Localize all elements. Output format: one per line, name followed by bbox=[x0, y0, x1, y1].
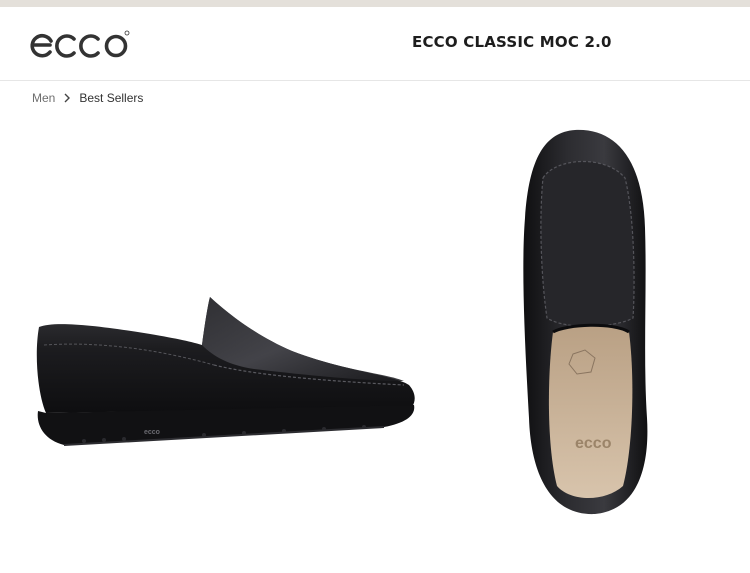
insole-logo-text: ecco bbox=[575, 435, 612, 452]
sole-logo-text: ecco bbox=[144, 429, 160, 436]
site-header: ECCO CLASSIC MOC 2.0 bbox=[0, 7, 750, 81]
product-title: ECCO CLASSIC MOC 2.0 bbox=[412, 33, 612, 51]
breadcrumb-item-men[interactable]: Men bbox=[32, 91, 55, 105]
ecco-logo[interactable] bbox=[30, 27, 130, 61]
breadcrumb: Men Best Sellers bbox=[32, 91, 143, 105]
shoe-top-view-image[interactable]: ecco bbox=[505, 118, 665, 518]
top-accent-strip bbox=[0, 0, 750, 7]
breadcrumb-item-best-sellers[interactable]: Best Sellers bbox=[79, 91, 143, 105]
shoe-side-view-image[interactable]: ecco bbox=[24, 175, 424, 465]
chevron-right-icon bbox=[62, 93, 72, 103]
